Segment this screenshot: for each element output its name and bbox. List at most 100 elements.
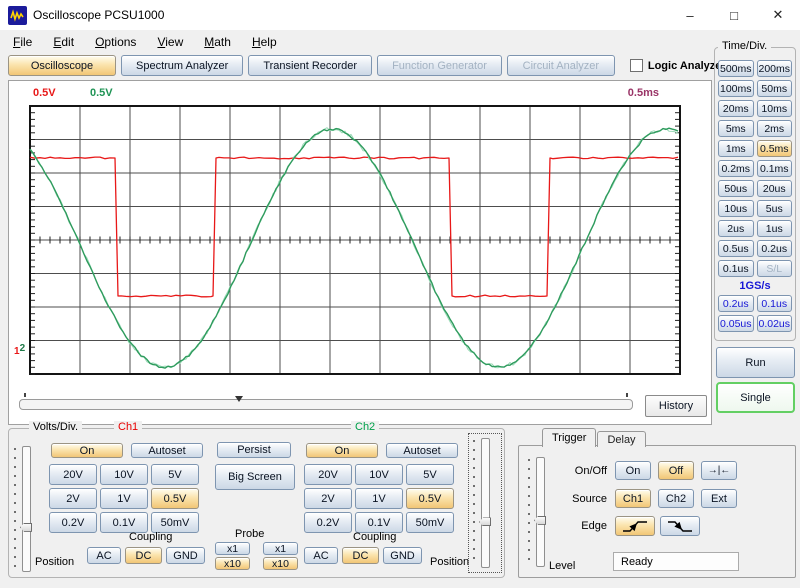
timediv-500ms-button[interactable]: 500ms [718,60,754,77]
ch2-zero-marker[interactable]: 2 [20,343,26,354]
timediv-0-1ms-button[interactable]: 0.1ms [757,160,793,177]
probe-x10-ch1-button[interactable]: x10 [215,557,250,570]
ch2-volts-2v-button[interactable]: 2V [304,488,352,509]
ch1-on-button[interactable]: On [51,443,123,458]
timediv-20ms-button[interactable]: 20ms [718,100,754,117]
timediv-5us-button[interactable]: 5us [757,200,793,217]
ch2-volts-0-5v-button[interactable]: 0.5V [406,488,454,509]
trigger-source-ch2-button[interactable]: Ch2 [658,489,694,508]
timediv-10us-button[interactable]: 10us [718,200,754,217]
slider-end-tick-right [626,393,628,397]
ch1-volts-2v-button[interactable]: 2V [49,488,97,509]
ch1-zero-marker[interactable]: 1 [14,346,20,357]
timediv-5ms-button[interactable]: 5ms [718,120,754,137]
ch1-volts-0-5v-button[interactable]: 0.5V [151,488,199,509]
timediv-1us-button[interactable]: 1us [757,220,793,237]
ch2-on-button[interactable]: On [306,443,378,458]
ch1-position-track[interactable] [22,446,31,572]
timediv-0-1us-button[interactable]: 0.1us [718,260,754,277]
timediv-50us-button[interactable]: 50us [718,180,754,197]
ch1-volts-0-1v-button[interactable]: 0.1V [100,512,148,533]
timediv-fast-0-05us-button[interactable]: 0.05us [718,315,754,332]
timediv-200ms-button[interactable]: 200ms [757,60,793,77]
ch2-volts-20v-button[interactable]: 20V [304,464,352,485]
persist-button[interactable]: Persist [217,442,291,458]
ch2-volts-5v-button[interactable]: 5V [406,464,454,485]
probe-x10-ch2-button[interactable]: x10 [263,557,298,570]
timediv-fast-0-1us-button[interactable]: 0.1us [757,295,793,312]
menu-item-help[interactable]: Help [243,33,286,51]
timediv-0-5ms-button[interactable]: 0.5ms [757,140,793,157]
ch1-volts-50mv-button[interactable]: 50mV [151,512,199,533]
ch2-volts-10v-button[interactable]: 10V [355,464,403,485]
ch2-coupling-dc-button[interactable]: DC [342,547,379,564]
timediv-2ms-button[interactable]: 2ms [757,120,793,137]
big-screen-button[interactable]: Big Screen [215,464,295,490]
timediv-20us-button[interactable]: 20us [757,180,793,197]
timediv-fast-0-2us-button[interactable]: 0.2us [718,295,754,312]
menu-item-file[interactable]: File [4,33,41,51]
ch1-position-slider[interactable] [13,445,39,573]
tab-delay[interactable]: Delay [597,431,645,447]
timediv-10ms-button[interactable]: 10ms [757,100,793,117]
timediv-0-2us-button[interactable]: 0.2us [757,240,793,257]
ch1-coupling-buttons: ACDCGND [87,547,205,564]
ch1-autoset-button[interactable]: Autoset [131,443,203,458]
ch2-volts-0-1v-button[interactable]: 0.1V [355,512,403,533]
minimize-button[interactable]: – [668,0,712,30]
ch1-volts-1v-button[interactable]: 1V [100,488,148,509]
ch1-coupling-ac-button[interactable]: AC [87,547,121,564]
trigger-on-button[interactable]: On [615,461,651,480]
probe-x1-ch2-button[interactable]: x1 [263,542,298,555]
timediv-0-5us-button[interactable]: 0.5us [718,240,754,257]
tab-transient-recorder[interactable]: Transient Recorder [248,55,372,76]
history-button[interactable]: History [645,395,707,417]
trigger-edge-rising-button[interactable] [615,516,655,536]
tab-spectrum-analyzer[interactable]: Spectrum Analyzer [121,55,243,76]
tab-trigger[interactable]: Trigger [542,428,596,447]
ch2-autoset-button[interactable]: Autoset [386,443,458,458]
trigger-source-ch1-button[interactable]: Ch1 [615,489,651,508]
time-position-slider[interactable] [19,399,633,410]
trigger-off-button[interactable]: Off [658,461,694,480]
timediv-0-2ms-button[interactable]: 0.2ms [718,160,754,177]
menu-item-edit[interactable]: Edit [44,33,83,51]
ch1-volts-10v-button[interactable]: 10V [100,464,148,485]
timediv-fast-0-02us-button[interactable]: 0.02us [757,315,793,332]
probe-x1-ch1-button[interactable]: x1 [215,542,250,555]
timediv-1ms-button[interactable]: 1ms [718,140,754,157]
time-position-slider-thumb[interactable] [235,396,243,402]
maximize-button[interactable]: □ [712,0,756,30]
ch2-position-track[interactable] [481,438,490,568]
ch1-volts-5v-button[interactable]: 5V [151,464,199,485]
close-button[interactable]: ✕ [756,0,800,30]
trigger-center-icon: →|← [708,465,731,476]
ch2-coupling-gnd-button[interactable]: GND [383,547,422,564]
menu-item-options[interactable]: Options [86,33,145,51]
ch2-volts-50mv-button[interactable]: 50mV [406,512,454,533]
tab-oscilloscope[interactable]: Oscilloscope [8,55,116,76]
menu-item-view[interactable]: View [148,33,192,51]
ch2-coupling-ac-button[interactable]: AC [304,547,338,564]
trigger-edge-falling-button[interactable] [660,516,700,536]
timediv-100ms-button[interactable]: 100ms [718,80,754,97]
timediv-s-l-button: S/L [757,260,793,277]
trigger-source-buttons: Ch1 Ch2 Ext [615,489,744,508]
ch1-coupling-gnd-button[interactable]: GND [166,547,205,564]
menu-item-math[interactable]: Math [195,33,240,51]
ch2-volts-1v-button[interactable]: 1V [355,488,403,509]
timediv-50ms-button[interactable]: 50ms [757,80,793,97]
ch1-volts-0-2v-button[interactable]: 0.2V [49,512,97,533]
run-button[interactable]: Run [716,347,795,378]
ch2-volts-0-2v-button[interactable]: 0.2V [304,512,352,533]
single-button[interactable]: Single [716,382,795,413]
timediv-2us-button[interactable]: 2us [718,220,754,237]
ch1-volts-20v-button[interactable]: 20V [49,464,97,485]
trigger-level-track[interactable] [536,457,545,567]
trigger-level-ticks [528,459,530,565]
ch2-position-slider[interactable] [472,437,498,569]
trigger-center-button[interactable]: →|← [701,461,737,480]
logic-analyzer-checkbox[interactable] [630,59,643,72]
trigger-source-ext-button[interactable]: Ext [701,489,737,508]
ch1-coupling-dc-button[interactable]: DC [125,547,162,564]
